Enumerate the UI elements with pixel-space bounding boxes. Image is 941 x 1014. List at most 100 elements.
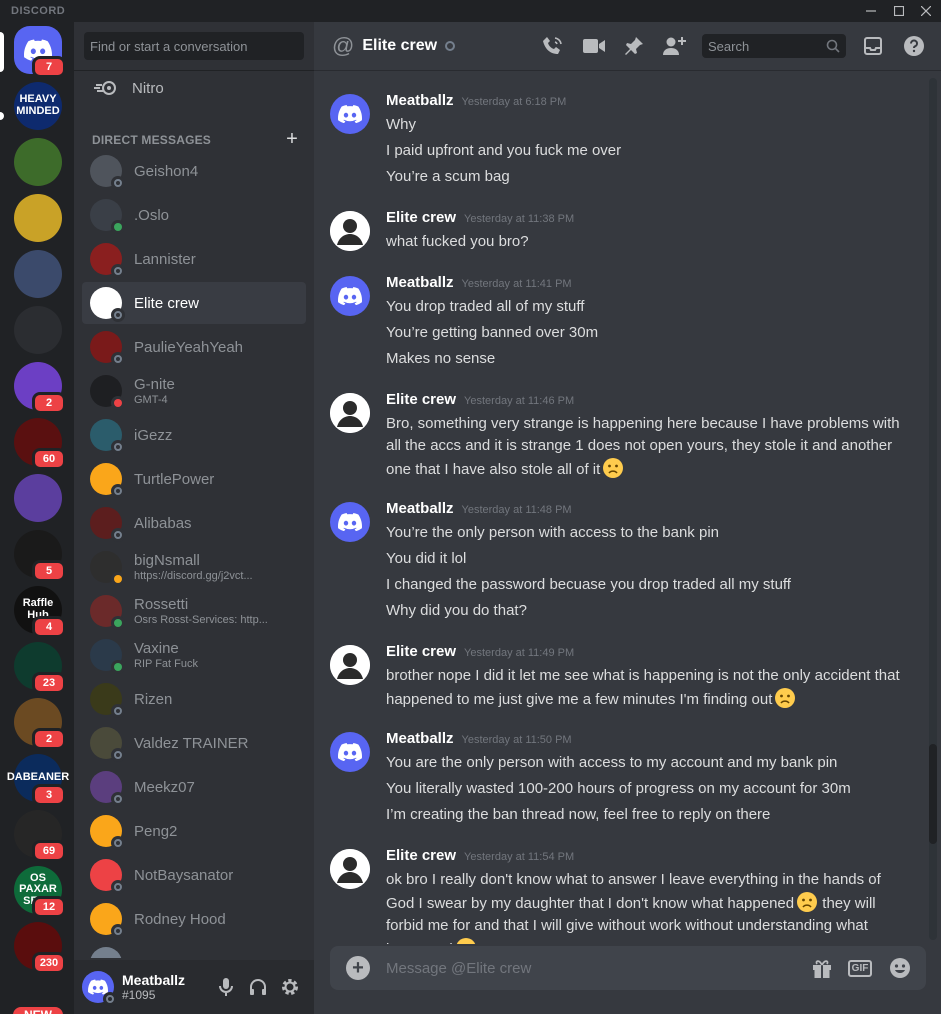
message-avatar[interactable] (330, 732, 370, 772)
dm-item[interactable]: Vaxine RIP Fat Fuck (82, 634, 306, 676)
dm-name: Meekz07 (134, 778, 195, 796)
message-author[interactable]: Meatballz (386, 500, 454, 517)
maximize-button[interactable] (884, 0, 914, 22)
dm-item[interactable]: Elite crew (82, 282, 306, 324)
user-tag: #1095 (122, 988, 156, 1002)
dm-sidebar: Find or start a conversation Nitro DIREC… (74, 22, 314, 1014)
close-button[interactable] (911, 0, 941, 22)
nitro-link[interactable]: Nitro (82, 72, 306, 104)
dm-item[interactable]: iGezz (82, 414, 306, 456)
dm-item[interactable]: Alibabas (82, 502, 306, 544)
server-icon[interactable]: OS PAXAR SERV12 (14, 866, 66, 918)
deafen-button[interactable] (246, 975, 270, 999)
scrollbar-thumb[interactable] (929, 744, 937, 844)
status-indicator (111, 308, 125, 322)
dm-item[interactable]: NotBaysanator (82, 854, 306, 896)
mention-badge: 23 (32, 672, 66, 694)
message-header: Meatballz Yesterday at 11:48 PM (386, 500, 572, 517)
server-icon[interactable] (14, 250, 62, 298)
at-icon: @ (332, 33, 355, 58)
voice-call-button[interactable] (541, 34, 565, 58)
search-input[interactable]: Search (702, 34, 846, 58)
message-avatar[interactable] (330, 645, 370, 685)
dm-name: Valdez TRAINER (134, 734, 249, 752)
minimize-button[interactable] (856, 0, 886, 22)
message-author[interactable]: Meatballz (386, 274, 454, 291)
server-icon[interactable]: Raffle Hub 4 (14, 586, 66, 638)
video-call-button[interactable] (582, 34, 606, 58)
message-avatar[interactable] (330, 502, 370, 542)
dm-item[interactable]: Rossetti Osrs Rosst-Services: http... (82, 590, 306, 632)
dm-item[interactable]: G-nite GMT-4 (82, 370, 306, 412)
dm-item[interactable]: Rodney Hood (82, 898, 306, 940)
emoji-button[interactable] (888, 956, 912, 980)
message-author[interactable]: Elite crew (386, 847, 456, 864)
dm-name: Peng2 (134, 822, 178, 840)
server-icon[interactable] (14, 138, 62, 186)
dm-item[interactable]: TurtlePower (82, 458, 306, 500)
server-icon[interactable]: 5 (14, 530, 66, 582)
message-input[interactable] (386, 959, 786, 977)
dm-list: Geishon4 .Oslo Lannister Elite crew PaulieYe… (82, 150, 306, 958)
gift-button[interactable] (810, 956, 834, 980)
dm-item[interactable]: Valdez TRAINER (82, 722, 306, 764)
dm-item[interactable]: Geishon4 (82, 150, 306, 192)
dm-item[interactable]: Meekz07 (82, 766, 306, 808)
server-icon[interactable]: 2 (14, 698, 66, 750)
server-icon[interactable] (14, 474, 62, 522)
message-avatar[interactable] (330, 393, 370, 433)
dm-item[interactable] (82, 942, 306, 958)
user-settings-button[interactable] (278, 975, 302, 999)
status-indicator (111, 396, 125, 410)
status-indicator (111, 220, 125, 234)
find-conversation-button[interactable]: Find or start a conversation (84, 32, 304, 60)
server-icon[interactable] (14, 306, 62, 354)
user-avatar[interactable] (82, 971, 117, 1006)
server-icon[interactable]: 69 (14, 810, 66, 862)
dm-item[interactable]: Lannister (82, 238, 306, 280)
server-icon[interactable] (14, 194, 62, 242)
message-avatar[interactable] (330, 94, 370, 134)
message-avatar[interactable] (330, 849, 370, 889)
message-list: Meatballz Yesterday at 6:18 PM Why I paid u… (314, 70, 926, 944)
dm-name: Lannister (134, 250, 196, 268)
dm-item[interactable]: bigNsmall https://discord.gg/j2vct... (82, 546, 306, 588)
server-icon[interactable]: DABEANER 3 (7, 754, 69, 806)
user-info[interactable]: Meatballz #1095 (122, 972, 185, 1002)
server-icon[interactable]: HEAVY MINDED (14, 82, 62, 130)
message-avatar[interactable] (330, 276, 370, 316)
message-author[interactable]: Meatballz (386, 730, 454, 747)
dm-item[interactable]: Peng2 (82, 810, 306, 852)
dm-name: .Oslo (134, 206, 170, 224)
dm-name: Elite crew (134, 294, 200, 312)
chat-title: Elite crew (362, 37, 438, 54)
message-author[interactable]: Meatballz (386, 92, 454, 109)
gif-button[interactable]: GIF (847, 956, 873, 980)
pinned-messages-button[interactable] (622, 34, 646, 58)
add-friend-to-dm-button[interactable] (662, 34, 686, 58)
status-indicator (111, 484, 125, 498)
dm-custom-status: https://discord.gg/j2vct... (134, 570, 253, 582)
home-button[interactable]: 7 (14, 26, 66, 78)
message-author[interactable]: Elite crew (386, 391, 456, 408)
message-author[interactable]: Elite crew (386, 209, 456, 226)
server-icon[interactable]: 230 (14, 922, 66, 974)
server-icon[interactable]: 60 (14, 418, 66, 470)
mute-button[interactable] (214, 975, 238, 999)
message-timestamp: Yesterday at 6:18 PM (461, 96, 567, 108)
upload-button[interactable]: + (346, 956, 370, 980)
message-timestamp: Yesterday at 11:41 PM (461, 278, 572, 290)
new-badge[interactable]: NEW (10, 1004, 66, 1014)
dm-item[interactable]: Rizen (82, 678, 306, 720)
help-button[interactable] (902, 34, 926, 58)
message-author[interactable]: Elite crew (386, 643, 456, 660)
message-avatar[interactable] (330, 211, 370, 251)
inbox-button[interactable] (861, 34, 885, 58)
dm-item[interactable]: .Oslo (82, 194, 306, 236)
avatar (90, 375, 125, 410)
server-icon[interactable]: 23 (14, 642, 66, 694)
dm-item[interactable]: PaulieYeahYeah (82, 326, 306, 368)
help-icon (904, 36, 924, 56)
server-icon[interactable]: 2 (14, 362, 66, 414)
create-dm-button[interactable]: + (286, 128, 298, 151)
